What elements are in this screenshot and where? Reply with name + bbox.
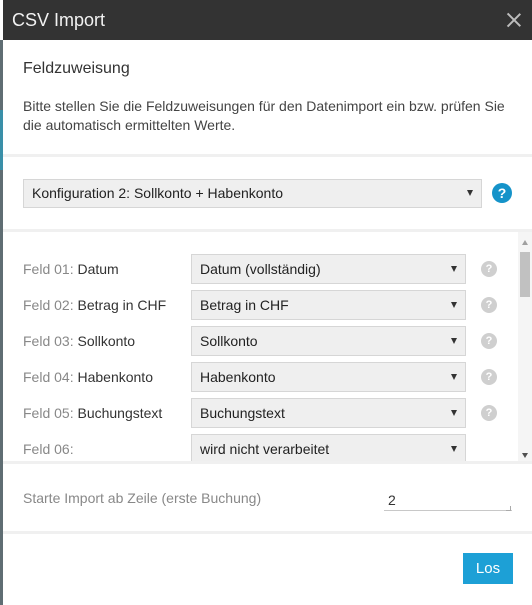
chevron-down-icon — [451, 302, 457, 308]
help-icon[interactable]: ? — [481, 297, 497, 313]
scroll-up-icon[interactable] — [522, 240, 528, 245]
field-select-value: Habenkonto — [200, 369, 276, 385]
chevron-down-icon — [451, 266, 457, 272]
field-row-01: Feld 01: Datum Datum (vollständig) ? — [23, 254, 497, 284]
field-row-03: Feld 03: Sollkonto Sollkonto ? — [23, 326, 497, 356]
intro-section: Feldzuweisung Bitte stellen Sie die Feld… — [3, 40, 532, 157]
scrollbar[interactable] — [518, 232, 532, 461]
field-select-value: wird nicht verarbeitet — [200, 441, 330, 457]
field-name: Habenkonto — [77, 369, 153, 385]
field-select-value: Sollkonto — [200, 333, 258, 349]
chevron-down-icon — [451, 446, 457, 452]
field-number: Feld 04: — [23, 369, 74, 385]
help-icon[interactable]: ? — [481, 405, 497, 421]
start-row-input[interactable] — [384, 489, 512, 511]
field-select[interactable]: Betrag in CHF — [191, 290, 466, 320]
section-heading: Feldzuweisung — [23, 60, 130, 77]
close-icon[interactable] — [506, 12, 522, 28]
dialog-title: CSV Import — [12, 9, 106, 30]
start-row: Starte Import ab Zeile (erste Buchung) — [3, 464, 532, 534]
help-icon[interactable]: ? — [481, 369, 497, 385]
field-label: Feld 05: Buchungstext — [23, 405, 191, 421]
field-row-02: Feld 02: Betrag in CHF Betrag in CHF ? — [23, 290, 497, 320]
field-name: Sollkonto — [77, 333, 136, 349]
field-row-06: Feld 06: wird nicht verarbeitet — [23, 434, 466, 461]
field-number: Feld 01: — [23, 261, 74, 277]
scroll-down-icon[interactable] — [522, 453, 528, 458]
field-number: Feld 02: — [23, 297, 74, 313]
field-number: Feld 03: — [23, 333, 74, 349]
help-icon[interactable]: ? — [481, 333, 497, 349]
scrollbar-thumb[interactable] — [520, 252, 530, 297]
start-row-label: Starte Import ab Zeile (erste Buchung) — [23, 489, 262, 506]
config-select-value: Konfiguration 2: Sollkonto + Habenkonto — [32, 185, 284, 201]
chevron-down-icon — [467, 190, 474, 196]
field-select-value: Betrag in CHF — [200, 297, 289, 313]
field-label: Feld 01: Datum — [23, 261, 191, 277]
field-number: Feld 05: — [23, 405, 74, 421]
resize-grip-icon — [506, 506, 511, 511]
field-label: Feld 04: Habenkonto — [23, 369, 191, 385]
config-row: Konfiguration 2: Sollkonto + Habenkonto … — [3, 157, 532, 232]
field-name: Buchungstext — [77, 405, 163, 421]
chevron-down-icon — [451, 338, 457, 344]
field-select[interactable]: Habenkonto — [191, 362, 466, 392]
field-name: Datum — [77, 261, 119, 277]
field-select[interactable]: Datum (vollständig) — [191, 254, 466, 284]
field-select[interactable]: Buchungstext — [191, 398, 466, 428]
help-icon[interactable]: ? — [481, 261, 497, 277]
dialog-footer: Los — [3, 534, 532, 600]
submit-button[interactable]: Los — [463, 553, 513, 584]
config-select[interactable]: Konfiguration 2: Sollkonto + Habenkonto — [23, 178, 483, 208]
field-name: Betrag in CHF — [77, 297, 167, 313]
chevron-down-icon — [451, 374, 457, 380]
field-select-value: Datum (vollständig) — [200, 261, 321, 277]
help-icon[interactable]: ? — [492, 183, 512, 203]
field-label: Feld 02: Betrag in CHF — [23, 297, 191, 313]
dialog-titlebar: CSV Import — [3, 0, 532, 40]
csv-import-dialog: CSV Import Feldzuweisung Bitte stellen S… — [3, 0, 532, 605]
field-select[interactable]: Sollkonto — [191, 326, 466, 356]
field-mapping-list: Feld 01: Datum Datum (vollständig) ? Fel… — [3, 232, 532, 464]
field-number: Feld 06: — [23, 441, 74, 457]
field-label: Feld 03: Sollkonto — [23, 333, 191, 349]
field-select-value: Buchungstext — [200, 405, 285, 421]
chevron-down-icon — [451, 410, 457, 416]
field-label: Feld 06: — [23, 441, 191, 457]
field-row-05: Feld 05: Buchungstext Buchungstext ? — [23, 398, 497, 428]
field-select[interactable]: wird nicht verarbeitet — [191, 434, 466, 461]
section-description: Bitte stellen Sie die Feldzuweisungen fü… — [23, 98, 505, 133]
field-row-04: Feld 04: Habenkonto Habenkonto ? — [23, 362, 497, 392]
